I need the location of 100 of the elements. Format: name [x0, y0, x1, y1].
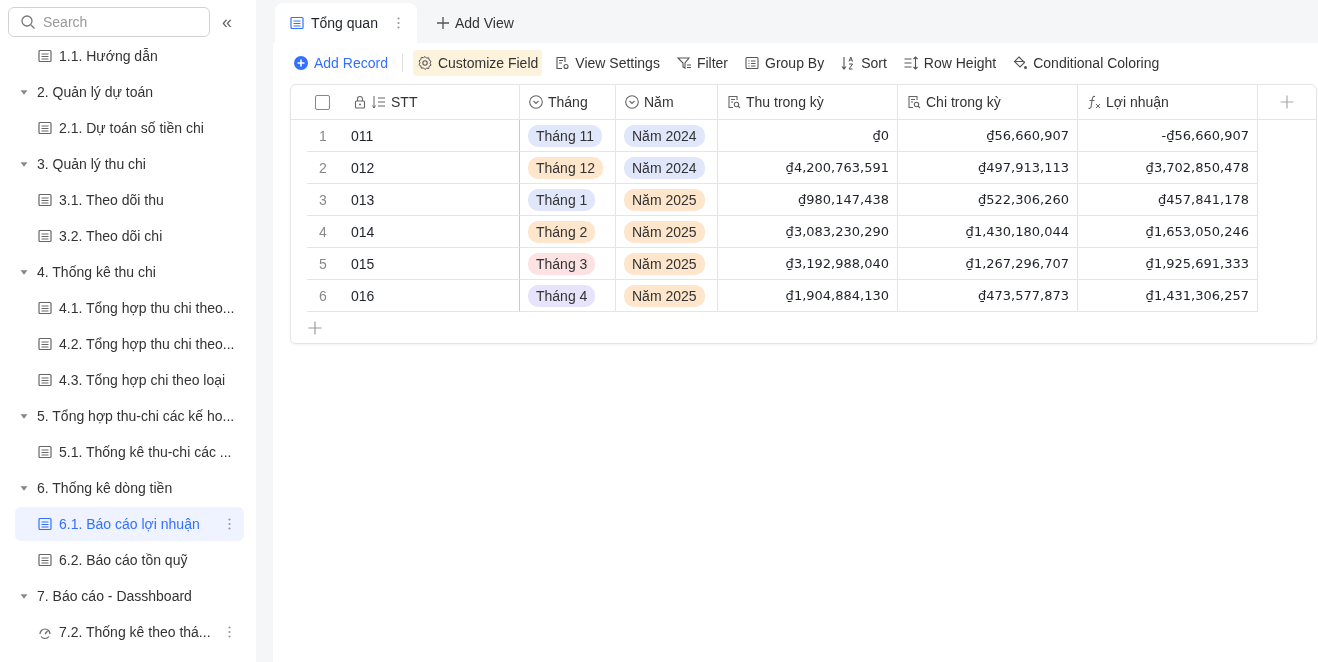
table-cell: 013: [351, 191, 375, 208]
row-number: 4: [319, 223, 328, 240]
table-cell: ₫1,925,691,333: [1078, 248, 1258, 280]
list-icon: [744, 55, 760, 71]
sidebar-item[interactable]: 4.3. Tổng hợp chi theo loại: [15, 362, 244, 398]
table-cell: ₫3,192,988,040: [718, 248, 898, 280]
sidebar-group[interactable]: 4. Thống kê thu chi: [15, 254, 244, 290]
toolbar-button[interactable]: View Settings: [550, 50, 664, 76]
column-header[interactable]: Năm: [624, 94, 674, 110]
add-column-icon: [1279, 94, 1295, 110]
column-header[interactable]: STT: [352, 94, 418, 110]
lock-icon: [352, 94, 368, 110]
toolbar-button[interactable]: Filter: [671, 50, 732, 76]
plus-circle-icon: [293, 55, 309, 71]
row-number: 5: [319, 255, 328, 272]
table-icon: [37, 552, 53, 568]
year-tag: Năm 2024: [624, 124, 705, 147]
numbered-list-icon: [371, 94, 387, 110]
sidebar-item[interactable]: 3.1. Theo dõi thu: [15, 182, 244, 218]
view-tab[interactable]: Tổng quan: [275, 3, 417, 43]
more-icon: [396, 17, 400, 29]
collapse-button[interactable]: «: [222, 12, 232, 32]
sidebar-group[interactable]: 6. Thống kê dòng tiền: [15, 470, 244, 506]
table-icon: [37, 48, 53, 64]
column-header[interactable]: Chi trong kỳ: [906, 94, 1001, 110]
chevron-circle-icon: [624, 94, 640, 110]
table-cell: ₫497,913,113: [898, 152, 1078, 184]
select-all-checkbox[interactable]: [315, 94, 330, 110]
table-cell: ₫522,306,260: [898, 184, 1078, 216]
table-cell: 016: [351, 287, 375, 304]
sidebar-item[interactable]: 1.1. Hướng dẫn: [15, 38, 244, 74]
row-number: 3: [319, 191, 328, 208]
sidebar-group[interactable]: 3. Quản lý thu chi: [15, 146, 244, 182]
table-icon: [37, 516, 53, 532]
sidebar-item[interactable]: 4.2. Tổng hợp thu chi theo...: [15, 326, 244, 362]
sidebar-item[interactable]: 6.2. Báo cáo tồn quỹ: [15, 542, 244, 578]
sidebar-item[interactable]: 6.1. Báo cáo lợi nhuận: [15, 507, 244, 541]
table-cell: 014: [351, 223, 375, 240]
sidebar-item[interactable]: 2.1. Dự toán số tiền chi: [15, 110, 244, 146]
settings-icon: [416, 55, 433, 71]
add-view-button[interactable]: Add View: [434, 3, 514, 43]
sidebar-item[interactable]: 3.2. Theo dõi chi: [15, 218, 244, 254]
year-tag: Năm 2025: [624, 252, 705, 275]
search-field[interactable]: Search: [8, 7, 210, 37]
more-icon: [228, 626, 231, 638]
table-cell: ₫1,430,180,044: [898, 216, 1078, 248]
month-tag: Tháng 2: [528, 220, 596, 243]
row-number: 6: [319, 287, 328, 304]
table-cell: 012: [351, 159, 375, 176]
table-cell: ₫1,267,296,707: [898, 248, 1078, 280]
sort-icon: [840, 55, 857, 71]
filter-icon: [675, 55, 692, 71]
sidebar-group[interactable]: 2. Quản lý dự toán: [15, 74, 244, 110]
table-cell: ₫1,904,884,130: [718, 280, 898, 312]
column-header[interactable]: Tháng: [528, 94, 588, 110]
table-cell: ₫457,841,178: [1078, 184, 1258, 216]
more-icon: [228, 518, 231, 530]
toolbar-button[interactable]: Customize Field: [412, 50, 543, 76]
column-header[interactable]: Lợi nhuận: [1086, 94, 1169, 110]
table-cell: ₫3,702,850,478: [1078, 152, 1258, 184]
month-tag: Tháng 3: [528, 252, 596, 275]
sidebar-group[interactable]: 7. Báo cáo - Dasshboard: [15, 578, 244, 614]
table-icon: [37, 300, 53, 316]
year-tag: Năm 2025: [624, 188, 705, 211]
month-tag: Tháng 1: [528, 188, 596, 211]
year-tag: Năm 2025: [624, 284, 705, 307]
table-cell: ₫1,431,306,257: [1078, 280, 1258, 312]
sidebar-item[interactable]: 4.1. Tổng hợp thu chi theo...: [15, 290, 244, 326]
table-icon: [289, 15, 305, 31]
toolbar-button[interactable]: Sort: [836, 50, 891, 76]
table-cell: ₫473,577,873: [898, 280, 1078, 312]
table-icon: [37, 192, 53, 208]
formula-icon: [1086, 94, 1102, 110]
lookup-icon: [726, 94, 742, 110]
table-icon: [37, 444, 53, 460]
row-number: 2: [319, 159, 328, 176]
plus-icon: [434, 15, 451, 31]
row-height-icon: [902, 55, 919, 71]
table-cell: ₫4,200,763,591: [718, 152, 898, 184]
toolbar-button[interactable]: Add Record: [289, 50, 392, 76]
chevron-circle-icon: [528, 94, 544, 110]
row-number: 1: [319, 127, 328, 144]
year-tag: Năm 2025: [624, 220, 705, 243]
table-cell: ₫980,147,438: [718, 184, 898, 216]
year-tag: Năm 2024: [624, 156, 705, 179]
lookup-icon: [906, 94, 922, 110]
paint-bucket-icon: [1012, 55, 1029, 71]
sidebar-group[interactable]: 5. Tổng hợp thu-chi các kế ho...: [15, 398, 244, 434]
toolbar-button[interactable]: Conditional Coloring: [1008, 50, 1164, 76]
table-cell: 011: [351, 127, 374, 144]
sidebar-item[interactable]: 5.1. Thống kê thu-chi các ...: [15, 434, 244, 470]
month-tag: Tháng 4: [528, 284, 596, 307]
toolbar-button[interactable]: Row Height: [898, 50, 1001, 76]
column-header[interactable]: Thu trong kỳ: [726, 94, 824, 110]
table-cell: ₫56,660,907: [898, 120, 1078, 152]
table-icon: [37, 120, 53, 136]
toolbar-button[interactable]: Group By: [740, 50, 829, 76]
sidebar-item[interactable]: 7.2. Thống kê theo thá...: [15, 614, 244, 650]
table-cell: ₫3,083,230,290: [718, 216, 898, 248]
month-tag: Tháng 11: [528, 124, 603, 147]
